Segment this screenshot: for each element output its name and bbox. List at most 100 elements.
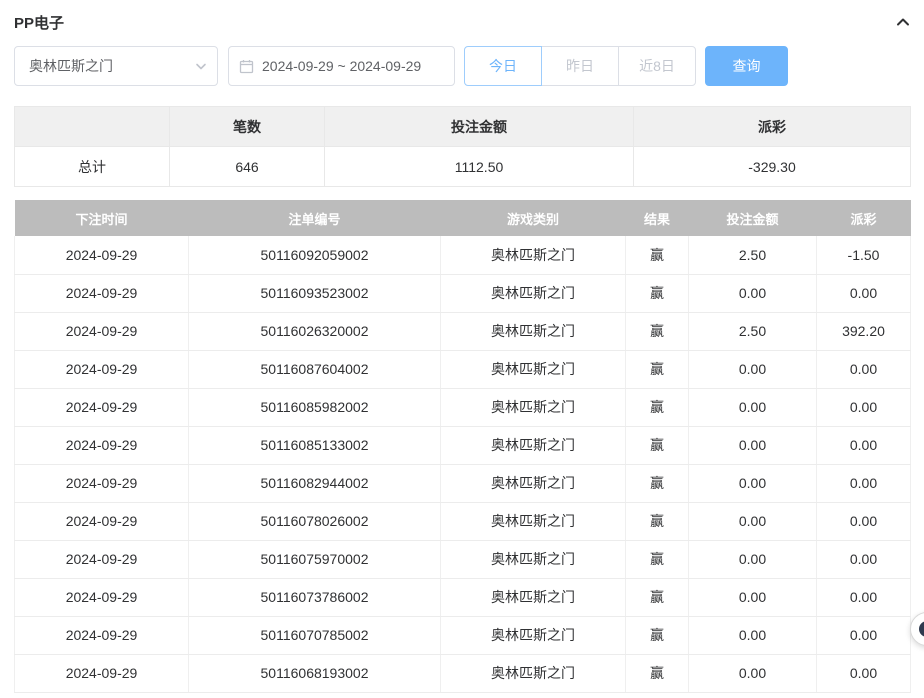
header-bet-amount: 投注金额 (688, 200, 817, 236)
cell-bet-time: 2024-09-29 (14, 350, 189, 389)
cell-order-no: 50116073786002 (188, 578, 441, 617)
table-row: 2024-09-29 50116026320002 奥林匹斯之门赢 2.50 392.2… (14, 312, 911, 351)
header-bet-time: 下注时间 (14, 200, 189, 236)
cell-payout: 0.00 (816, 350, 911, 389)
last-8-days-button[interactable]: 近8日 (618, 46, 696, 86)
cell-bet-time: 2024-09-29 (14, 616, 189, 655)
cell-order-no: 50116075970002 (188, 540, 441, 579)
summary-header-row: 笔数 投注金额 派彩 (14, 106, 911, 147)
cell-result: 赢 (625, 654, 689, 693)
cell-bet-time: 2024-09-29 (14, 464, 189, 503)
floating-widget-icon (919, 621, 924, 637)
cell-payout: 0.00 (816, 274, 911, 313)
cell-payout: 0.00 (816, 654, 911, 693)
chevron-down-icon (195, 60, 207, 72)
cell-order-no: 50116085982002 (188, 388, 441, 427)
cell-payout: 0.00 (816, 540, 911, 579)
cell-game-category: 奥林匹斯之门 (440, 312, 626, 351)
summary-total-label: 总计 (14, 146, 170, 187)
header-order-no: 注单编号 (188, 200, 441, 236)
bet-table-body: 2024-09-29 50116092059002 奥林匹斯之门赢 2.50 -1.50… (14, 236, 911, 693)
table-row: 2024-09-29 50116068193002 奥林匹斯之门赢 0.00 0.00 (14, 654, 911, 693)
quick-date-button-group: 今日 昨日 近8日 (464, 46, 696, 86)
cell-result: 赢 (625, 464, 689, 503)
search-button[interactable]: 查询 (705, 46, 788, 86)
cell-payout: 0.00 (816, 578, 911, 617)
cell-payout: 0.00 (816, 388, 911, 427)
summary-total-row: 总计 646 1112.50 -329.30 (14, 146, 911, 187)
cell-result: 赢 (625, 540, 689, 579)
cell-bet-amount: 0.00 (688, 654, 817, 693)
summary-table: 笔数 投注金额 派彩 总计 646 1112.50 -329.30 (14, 106, 911, 187)
calendar-icon (239, 59, 254, 73)
cell-bet-amount: 0.00 (688, 616, 817, 655)
cell-bet-amount: 0.00 (688, 464, 817, 503)
cell-payout: 0.00 (816, 464, 911, 503)
collapse-panel-button[interactable] (895, 14, 911, 30)
cell-result: 赢 (625, 578, 689, 617)
summary-total-bet-amount: 1112.50 (324, 146, 634, 187)
cell-order-no: 50116070785002 (188, 616, 441, 655)
cell-game-category: 奥林匹斯之门 (440, 236, 626, 275)
table-row: 2024-09-29 50116078026002 奥林匹斯之门赢 0.00 0.00 (14, 502, 911, 541)
cell-bet-time: 2024-09-29 (14, 540, 189, 579)
panel-header: PP电子 (14, 8, 911, 36)
table-row: 2024-09-29 50116092059002 奥林匹斯之门赢 2.50 -1.50 (14, 236, 911, 275)
summary-header-bet-amount: 投注金额 (324, 106, 634, 147)
cell-game-category: 奥林匹斯之门 (440, 540, 626, 579)
summary-header-payout: 派彩 (633, 106, 911, 147)
cell-bet-amount: 0.00 (688, 578, 817, 617)
game-select[interactable]: 奥林匹斯之门 (14, 46, 218, 86)
cell-bet-time: 2024-09-29 (14, 578, 189, 617)
cell-bet-time: 2024-09-29 (14, 426, 189, 465)
cell-result: 赢 (625, 236, 689, 275)
cell-order-no: 50116085133002 (188, 426, 441, 465)
cell-result: 赢 (625, 274, 689, 313)
cell-order-no: 50116078026002 (188, 502, 441, 541)
cell-order-no: 50116068193002 (188, 654, 441, 693)
table-row: 2024-09-29 50116073786002 奥林匹斯之门赢 0.00 0.00 (14, 578, 911, 617)
summary-total-payout: -329.30 (633, 146, 911, 187)
header-payout: 派彩 (816, 200, 911, 236)
cell-game-category: 奥林匹斯之门 (440, 274, 626, 313)
yesterday-button[interactable]: 昨日 (541, 46, 619, 86)
cell-game-category: 奥林匹斯之门 (440, 654, 626, 693)
chevron-up-icon (897, 18, 909, 26)
cell-result: 赢 (625, 616, 689, 655)
table-row: 2024-09-29 50116093523002 奥林匹斯之门赢 0.00 0.00 (14, 274, 911, 313)
cell-bet-amount: 0.00 (688, 502, 817, 541)
cell-order-no: 50116093523002 (188, 274, 441, 313)
filter-bar: 奥林匹斯之门 2024-09-29 ~ 2024-09-29 今日 昨日 近8日… (14, 46, 911, 86)
table-row: 2024-09-29 50116087604002 奥林匹斯之门赢 0.00 0.00 (14, 350, 911, 389)
cell-game-category: 奥林匹斯之门 (440, 502, 626, 541)
table-row: 2024-09-29 50116070785002 奥林匹斯之门赢 0.00 0.00 (14, 616, 911, 655)
table-row: 2024-09-29 50116085982002 奥林匹斯之门赢 0.00 0.00 (14, 388, 911, 427)
cell-bet-time: 2024-09-29 (14, 654, 189, 693)
table-row: 2024-09-29 50116085133002 奥林匹斯之门赢 0.00 0.00 (14, 426, 911, 465)
cell-game-category: 奥林匹斯之门 (440, 578, 626, 617)
cell-result: 赢 (625, 388, 689, 427)
cell-payout: -1.50 (816, 236, 911, 275)
game-select-value: 奥林匹斯之门 (29, 58, 113, 74)
summary-header-empty (14, 106, 170, 147)
today-button[interactable]: 今日 (464, 46, 542, 86)
cell-game-category: 奥林匹斯之门 (440, 350, 626, 389)
header-game-category: 游戏类别 (440, 200, 626, 236)
summary-total-count: 646 (169, 146, 325, 187)
cell-game-category: 奥林匹斯之门 (440, 464, 626, 503)
cell-bet-time: 2024-09-29 (14, 236, 189, 275)
table-row: 2024-09-29 50116082944002 奥林匹斯之门赢 0.00 0.00 (14, 464, 911, 503)
date-range-value: 2024-09-29 ~ 2024-09-29 (262, 58, 422, 74)
cell-bet-time: 2024-09-29 (14, 502, 189, 541)
cell-order-no: 50116087604002 (188, 350, 441, 389)
floating-widget-button[interactable] (910, 612, 924, 646)
cell-payout: 0.00 (816, 426, 911, 465)
cell-game-category: 奥林匹斯之门 (440, 616, 626, 655)
cell-game-category: 奥林匹斯之门 (440, 426, 626, 465)
cell-order-no: 50116082944002 (188, 464, 441, 503)
bet-table-header-row: 下注时间 注单编号 游戏类别 结果 投注金额 派彩 (14, 200, 911, 236)
date-range-picker[interactable]: 2024-09-29 ~ 2024-09-29 (228, 46, 455, 86)
cell-payout: 392.20 (816, 312, 911, 351)
cell-bet-time: 2024-09-29 (14, 274, 189, 313)
cell-bet-time: 2024-09-29 (14, 312, 189, 351)
